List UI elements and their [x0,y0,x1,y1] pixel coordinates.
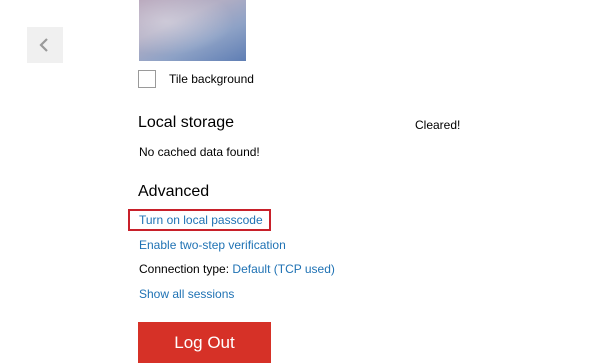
back-button[interactable] [27,27,63,63]
connection-type-value[interactable]: Default (TCP used) [232,262,335,276]
advanced-title: Advanced [138,183,210,200]
two-step-verification-link[interactable]: Enable two-step verification [139,238,286,252]
local-storage-status: Cleared! [415,118,461,132]
local-passcode-link[interactable]: Turn on local passcode [139,213,263,227]
connection-type-label: Connection type: [139,262,230,276]
tile-background-checkbox[interactable] [138,70,156,88]
cached-data-message: No cached data found! [139,145,260,159]
connection-type-row: Connection type: Default (TCP used) [139,262,335,276]
chevron-left-icon [39,38,48,52]
chat-background-preview[interactable] [139,0,246,61]
local-storage-title: Local storage [138,114,235,131]
show-all-sessions-link[interactable]: Show all sessions [139,287,234,301]
tile-background-row[interactable]: Tile background [138,68,254,90]
tile-background-label: Tile background [169,72,254,86]
log-out-button[interactable]: Log Out [138,322,271,363]
settings-page: Tile background Local storage Cleared! N… [0,0,600,363]
